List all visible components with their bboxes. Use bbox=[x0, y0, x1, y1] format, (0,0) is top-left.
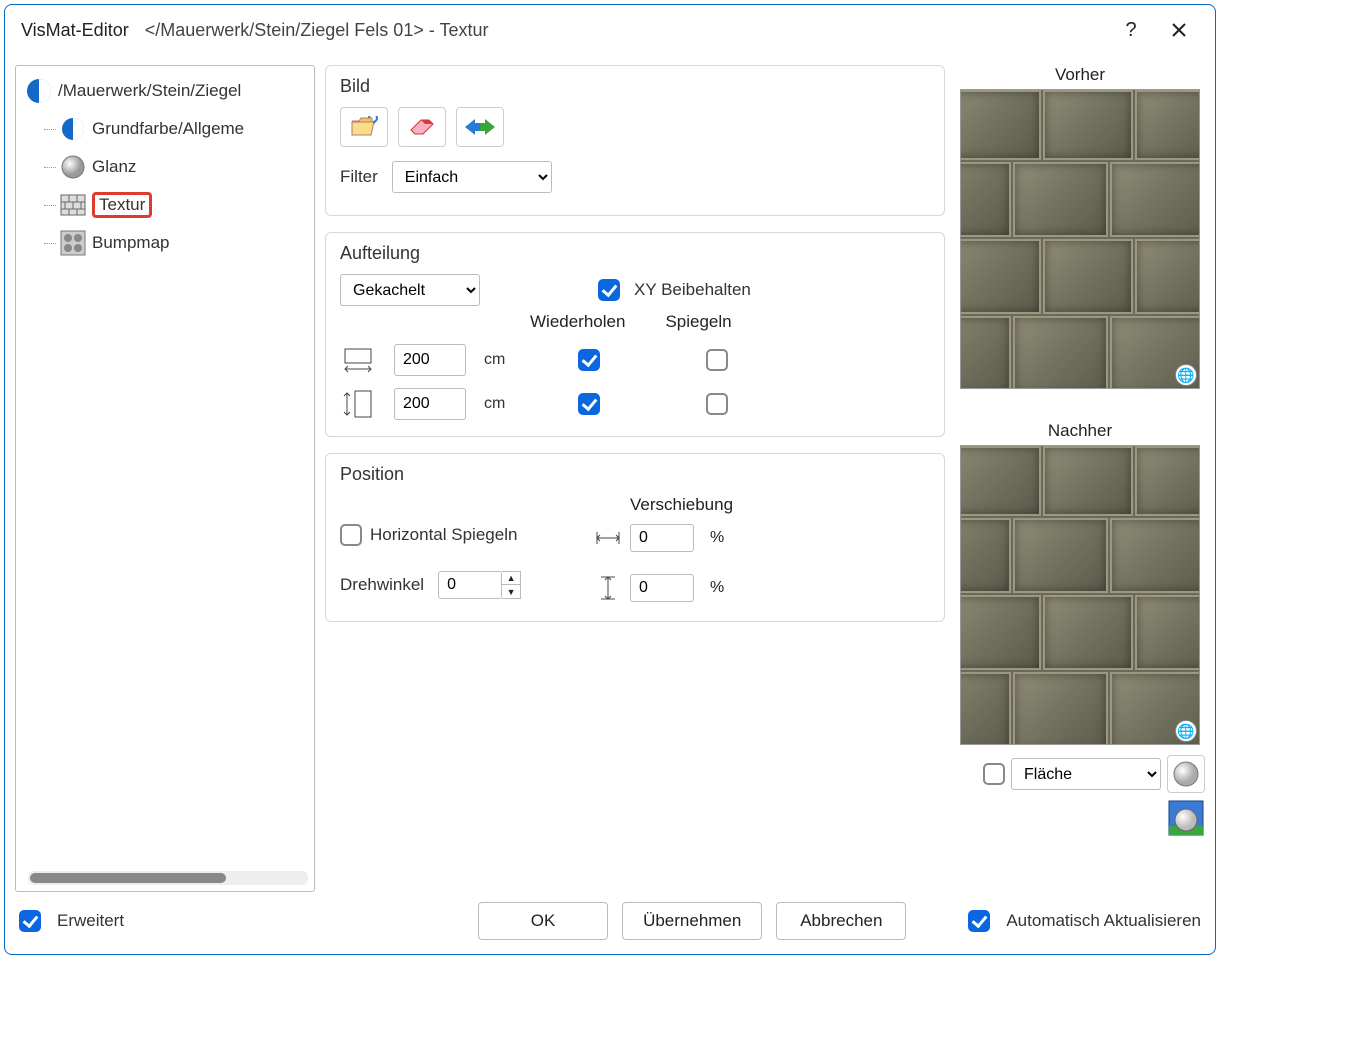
percent-label: % bbox=[710, 529, 740, 547]
apply-button[interactable]: Übernehmen bbox=[622, 902, 762, 940]
dots-icon bbox=[60, 230, 86, 256]
col-repeat-label: Wiederholen bbox=[530, 312, 625, 332]
settings-panel: Bild Filter bbox=[325, 65, 945, 892]
mirror-x-checkbox[interactable] bbox=[706, 349, 728, 371]
preview-before: 🌐 bbox=[960, 89, 1200, 389]
tree-item-label: Glanz bbox=[92, 157, 136, 177]
group-image-title: Bild bbox=[340, 76, 930, 97]
shift-title: Verschiebung bbox=[630, 495, 930, 515]
tree-scroll[interactable]: /Mauerwerk/Stein/Ziegel Grundfarbe/Allge… bbox=[22, 72, 314, 865]
close-button[interactable] bbox=[1159, 15, 1199, 45]
auto-refresh-label: Automatisch Aktualisieren bbox=[1006, 911, 1201, 931]
keep-xy-checkbox[interactable] bbox=[598, 279, 620, 301]
preview-shape-sphere-button[interactable] bbox=[1167, 755, 1205, 793]
cancel-button[interactable]: Abbrechen bbox=[776, 902, 906, 940]
open-file-button[interactable] bbox=[340, 107, 388, 147]
footer: Erweitert OK Übernehmen Abbrechen Automa… bbox=[5, 892, 1215, 954]
tile-x-input[interactable] bbox=[394, 344, 466, 376]
tree-item-glanz[interactable]: Glanz bbox=[22, 148, 314, 186]
tree-item-grundfarbe[interactable]: Grundfarbe/Allgeme bbox=[22, 110, 314, 148]
tree-horizontal-scrollbar[interactable] bbox=[28, 871, 308, 885]
preview-column: Vorher 🌐 Nachher bbox=[955, 65, 1205, 892]
preview-before-label: Vorher bbox=[1055, 65, 1105, 85]
bricks-icon bbox=[60, 192, 86, 218]
angle-input[interactable] bbox=[438, 571, 502, 599]
percent-label: % bbox=[710, 579, 740, 597]
globe-icon[interactable]: 🌐 bbox=[1175, 364, 1197, 386]
filter-label: Filter bbox=[340, 167, 378, 187]
tree-item-label: Textur bbox=[92, 192, 152, 218]
erase-button[interactable] bbox=[398, 107, 446, 147]
tree-panel: /Mauerwerk/Stein/Ziegel Grundfarbe/Allge… bbox=[15, 65, 315, 892]
titlebar: VisMat-Editor </Mauerwerk/Stein/Ziegel F… bbox=[5, 5, 1215, 55]
swap-button[interactable] bbox=[456, 107, 504, 147]
sphere-blue-icon bbox=[60, 116, 86, 142]
shift-y-input[interactable] bbox=[630, 574, 694, 602]
col-mirror-label: Spiegeln bbox=[665, 312, 731, 332]
preview-environment-button[interactable] bbox=[1167, 799, 1205, 837]
hmirror-label: Horizontal Spiegeln bbox=[370, 525, 517, 545]
unit-label: cm bbox=[484, 351, 516, 369]
sphere-blue-icon bbox=[26, 78, 52, 104]
repeat-x-checkbox[interactable] bbox=[578, 349, 600, 371]
group-tiling-title: Aufteilung bbox=[340, 243, 930, 264]
angle-step-up[interactable]: ▲ bbox=[502, 572, 520, 585]
group-image: Bild Filter bbox=[325, 65, 945, 216]
tree-root-label: /Mauerwerk/Stein/Ziegel bbox=[58, 81, 241, 101]
advanced-label: Erweitert bbox=[57, 911, 124, 931]
unit-label: cm bbox=[484, 395, 516, 413]
tree-item-textur[interactable]: Textur bbox=[22, 186, 314, 224]
shift-y-icon bbox=[590, 573, 626, 603]
ok-button[interactable]: OK bbox=[478, 902, 608, 940]
help-button[interactable]: ? bbox=[1111, 15, 1151, 45]
shift-x-icon bbox=[590, 523, 626, 553]
auto-refresh-checkbox[interactable] bbox=[968, 910, 990, 932]
repeat-y-checkbox[interactable] bbox=[578, 393, 600, 415]
tree-root[interactable]: /Mauerwerk/Stein/Ziegel bbox=[22, 72, 314, 110]
eraser-icon bbox=[409, 116, 435, 138]
filter-select[interactable]: Einfach bbox=[392, 161, 552, 193]
globe-icon[interactable]: 🌐 bbox=[1175, 720, 1197, 742]
swap-arrows-icon bbox=[463, 116, 497, 138]
shift-x-input[interactable] bbox=[630, 524, 694, 552]
group-position: Position Verschiebung Horizontal Spiegel… bbox=[325, 453, 945, 622]
folder-open-icon bbox=[350, 116, 378, 138]
tiling-mode-select[interactable]: Gekachelt bbox=[340, 274, 480, 306]
sphere-icon bbox=[1172, 760, 1200, 788]
keep-xy-label: XY Beibehalten bbox=[634, 280, 751, 300]
window-title-path: </Mauerwerk/Stein/Ziegel Fels 01> - Text… bbox=[145, 20, 489, 41]
width-axis-icon bbox=[340, 345, 376, 375]
angle-step-down[interactable]: ▼ bbox=[502, 585, 520, 598]
sphere-grey-icon bbox=[60, 154, 86, 180]
tile-y-input[interactable] bbox=[394, 388, 466, 420]
mirror-y-checkbox[interactable] bbox=[706, 393, 728, 415]
sky-sphere-icon bbox=[1168, 800, 1204, 836]
window: VisMat-Editor </Mauerwerk/Stein/Ziegel F… bbox=[4, 4, 1216, 955]
app-name: VisMat-Editor bbox=[21, 20, 129, 41]
tree-item-label: Grundfarbe/Allgeme bbox=[92, 119, 244, 139]
surface-select[interactable]: Fläche bbox=[1011, 758, 1161, 790]
height-axis-icon bbox=[340, 389, 376, 419]
surface-checkbox[interactable] bbox=[983, 763, 1005, 785]
group-tiling: Aufteilung Gekachelt XY Beibehalten Wied… bbox=[325, 232, 945, 437]
angle-label: Drehwinkel bbox=[340, 575, 424, 595]
advanced-checkbox[interactable] bbox=[19, 910, 41, 932]
hmirror-checkbox[interactable] bbox=[340, 524, 362, 546]
group-position-title: Position bbox=[340, 464, 930, 485]
tree-item-bumpmap[interactable]: Bumpmap bbox=[22, 224, 314, 262]
preview-after-label: Nachher bbox=[1048, 421, 1112, 441]
tree-item-label: Bumpmap bbox=[92, 233, 169, 253]
close-icon bbox=[1171, 22, 1187, 38]
preview-after: 🌐 bbox=[960, 445, 1200, 745]
